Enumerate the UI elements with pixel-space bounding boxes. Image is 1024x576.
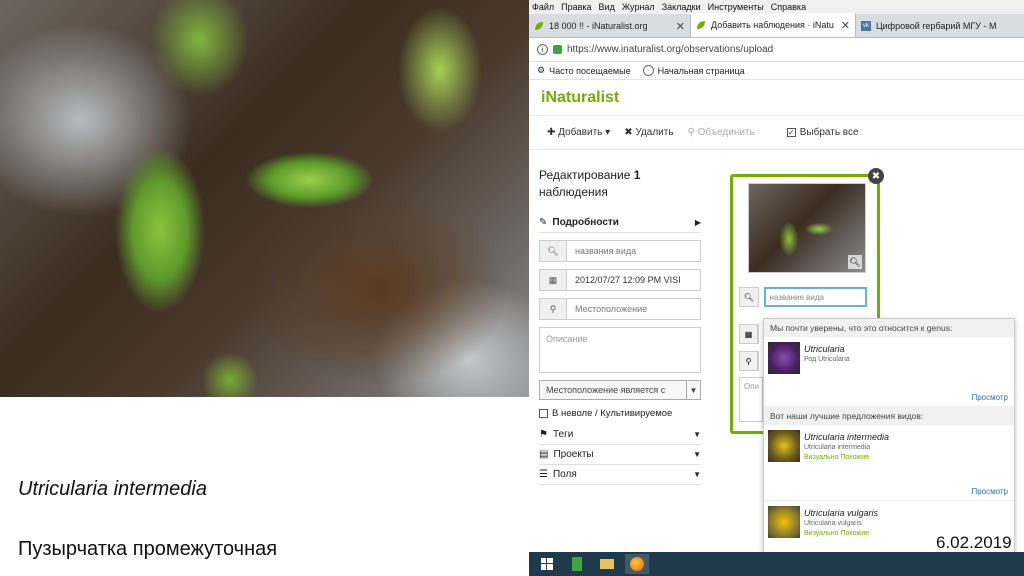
suggestion-photo (768, 430, 800, 462)
close-tab-icon[interactable]: ✕ (841, 19, 850, 32)
merge-button[interactable]: ⚲ Объединить (688, 127, 755, 138)
windows-icon (541, 558, 553, 570)
add-button[interactable]: ✚ Добавить ▾ (547, 127, 610, 138)
tab-strip: 18 000 !! - iNaturalist.org ✕ Добавить н… (529, 13, 1024, 38)
list-icon: ☰ (539, 469, 548, 480)
gear-icon: ⚙ (537, 65, 546, 75)
globe-icon: · (642, 65, 654, 76)
menu-view[interactable]: Вид (599, 2, 615, 12)
info-icon[interactable]: i (537, 44, 548, 55)
tab-inaturalist-home[interactable]: 18 000 !! - iNaturalist.org ✕ (529, 15, 691, 37)
description-field[interactable]: Описание (539, 327, 701, 373)
latin-name-caption: Utricularia intermedia (18, 478, 207, 500)
details-section[interactable]: ✎ Подробности ▶ (539, 213, 701, 233)
edit-panel: Редактирование 1 наблюдения ✎ Подробности ▶… (539, 167, 701, 485)
delete-button[interactable]: ✖ Удалить (624, 127, 673, 138)
calculator-taskbar-icon[interactable] (565, 554, 589, 574)
species-field[interactable]: 🔍︎ названия вида (539, 240, 701, 262)
location-field[interactable]: ⚲ Местоположение (539, 298, 701, 320)
tag-icon: ⚑ (539, 429, 548, 440)
menu-bookmarks[interactable]: Закладки (662, 2, 701, 12)
slide-date: 6.02.2019 (936, 533, 1012, 552)
tab-herbarium[interactable]: vk Цифровой гербарий МГУ - М (856, 15, 1024, 37)
card-description-field[interactable]: Опи (739, 377, 763, 422)
menu-history[interactable]: Журнал (622, 2, 655, 12)
pencil-icon: ✎ (539, 217, 548, 228)
search-icon: 🔍︎ (540, 241, 567, 261)
russian-name-caption: Пузырчатка промежуточная (18, 538, 278, 560)
inaturalist-logo[interactable]: iNaturalist (529, 80, 1024, 116)
observation-thumbnail[interactable]: 🔍︎ (748, 183, 866, 273)
map-marker-icon: ⚲ (740, 352, 758, 370)
calendar-icon: ▦ (540, 270, 567, 290)
windows-taskbar (529, 552, 1024, 576)
suggestion-photo (768, 342, 800, 374)
url-bar[interactable]: i https://www.inaturalist.org/observatio… (529, 38, 1024, 62)
captive-checkbox[interactable]: В неволе / Культивируемое (539, 408, 701, 419)
bookmarks-bar: ⚙ Часто посещаемые · Начальная страница (529, 62, 1024, 80)
menu-help[interactable]: Справка (771, 2, 806, 12)
chevron-down-icon: ▼ (693, 450, 701, 459)
fields-section[interactable]: ☰ Поля ▼ (539, 465, 701, 485)
file-explorer-icon[interactable] (595, 554, 619, 574)
checkbox-icon (539, 409, 548, 418)
chevron-down-icon: ▼ (686, 381, 700, 399)
view-link[interactable]: Просмотр (971, 393, 1008, 402)
map-marker-icon: ⚲ (540, 299, 567, 319)
genus-suggestion-header: Мы почти уверены, что это относится к ge… (764, 319, 1014, 337)
card-species-row: 🔍︎ название вида (739, 287, 867, 307)
suggestion-photo (768, 506, 800, 538)
bookmark-start-page[interactable]: · Начальная страница (642, 65, 745, 76)
view-link[interactable]: Просмотр (971, 487, 1008, 496)
suggestion-item[interactable]: Utricularia intermedia Utricularia inter… (764, 425, 1014, 501)
url-text[interactable]: https://www.inaturalist.org/observations… (567, 44, 773, 55)
briefcase-icon: ▤ (539, 449, 549, 460)
tags-section[interactable]: ⚑ Теги ▼ (539, 425, 701, 445)
tab-add-observations[interactable]: Добавить наблюдения · iNatu ✕ (691, 13, 856, 37)
bookmark-most-visited[interactable]: ⚙ Часто посещаемые (537, 65, 631, 76)
panel-title: Редактирование 1 наблюдения (539, 168, 641, 199)
remove-card-icon[interactable]: ✖ (868, 168, 884, 184)
inaturalist-leaf-icon (697, 21, 705, 29)
inaturalist-leaf-icon (535, 22, 543, 30)
select-all-checkbox[interactable]: ✓ Выбрать все (786, 127, 859, 138)
zoom-icon[interactable]: 🔍︎ (848, 255, 862, 269)
close-tab-icon[interactable]: ✕ (676, 20, 685, 33)
suggestion-item[interactable]: Utricularia Род Utricularia Просмотр (764, 337, 1014, 407)
browser-window: Файл Правка Вид Журнал Закладки Инструме… (529, 0, 1024, 552)
vk-icon: vk (861, 21, 871, 31)
checkbox-icon: ✓ (786, 127, 796, 137)
species-suggestions-dropdown: Мы почти уверены, что это относится к ge… (763, 318, 1015, 552)
upload-toolbar: ✚ Добавить ▾ ✖ Удалить ⚲ Объединить ✓ Выб… (529, 116, 1024, 150)
logo-text: iNaturalist (541, 88, 620, 106)
menu-edit[interactable]: Правка (561, 2, 591, 12)
date-field[interactable]: ▦ 2012/07/27 12:09 PM VISI (539, 269, 701, 291)
location-privacy-select[interactable]: Местоположение является с ▼ (539, 380, 701, 400)
species-suggestion-header: Вот наши лучшие предложения видов: (764, 407, 1014, 425)
menu-tools[interactable]: Инструменты (708, 2, 764, 12)
card-date-field[interactable]: ▦ (739, 324, 759, 344)
start-button[interactable] (535, 554, 559, 574)
calendar-icon: ▦ (740, 325, 758, 343)
firefox-taskbar-icon[interactable] (625, 554, 649, 574)
card-location-field[interactable]: ⚲ (739, 351, 759, 371)
card-species-input[interactable]: название вида (763, 287, 867, 307)
projects-section[interactable]: ▤ Проекты ▼ (539, 445, 701, 465)
chevron-down-icon: ▼ (693, 430, 701, 439)
chevron-down-icon: ▼ (693, 470, 701, 479)
menu-file[interactable]: Файл (532, 2, 554, 12)
menu-bar: Файл Правка Вид Журнал Закладки Инструме… (529, 0, 1024, 14)
lock-icon (553, 45, 562, 54)
specimen-photo (0, 0, 529, 397)
chevron-right-icon: ▶ (694, 218, 701, 227)
search-icon: 🔍︎ (739, 287, 759, 307)
